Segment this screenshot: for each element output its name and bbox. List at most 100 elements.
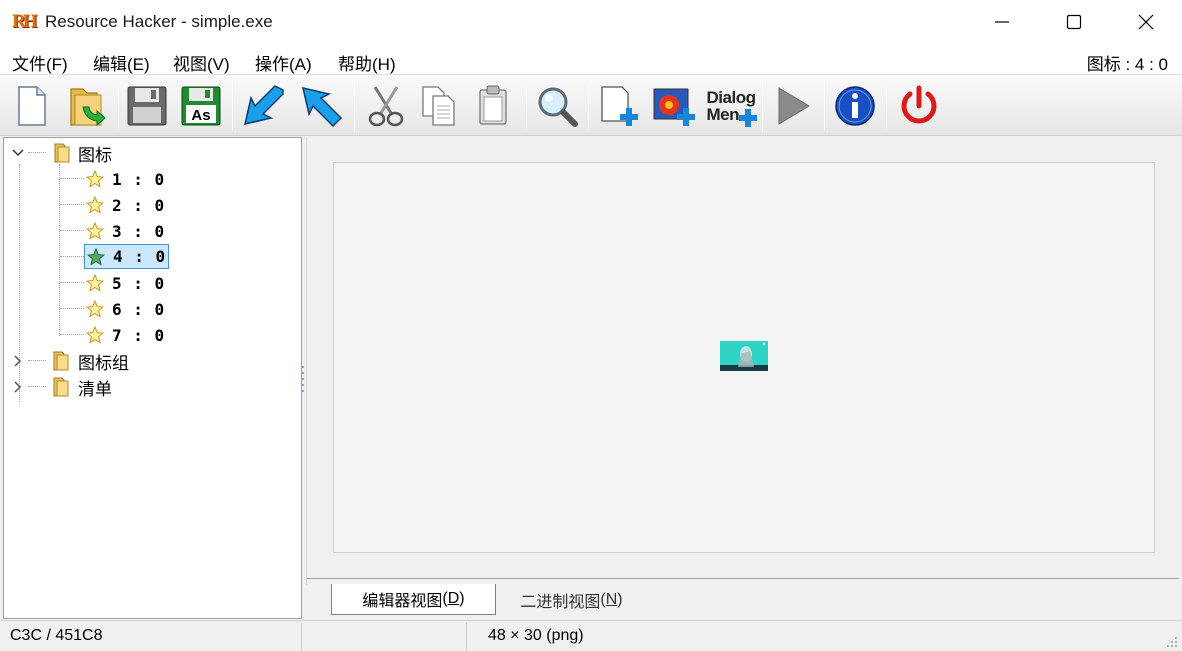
tree-connector bbox=[60, 334, 84, 335]
save-as-text: As bbox=[191, 107, 210, 124]
minimize-icon bbox=[995, 21, 1009, 23]
folder-open-icon bbox=[54, 143, 70, 163]
menu-file[interactable]: 文件(F) bbox=[12, 50, 68, 75]
tab-label: 二进制视图 bbox=[520, 593, 601, 611]
open-file-icon bbox=[70, 88, 106, 127]
forward-button[interactable] bbox=[296, 81, 346, 131]
tree-node-icon[interactable]: 图标 bbox=[10, 141, 112, 165]
tab-accelerator: D bbox=[447, 590, 460, 607]
minimize-button[interactable] bbox=[966, 0, 1038, 44]
save-as-icon: As bbox=[181, 86, 221, 126]
toolbar-separator bbox=[526, 81, 527, 131]
status-image-info: 48 × 30 (png) bbox=[488, 627, 584, 644]
chevron-right-icon[interactable] bbox=[10, 379, 26, 395]
add-blank-resource-icon bbox=[601, 86, 638, 126]
tree-leaf-1-0[interactable]: 1 : 0 bbox=[86, 167, 165, 191]
exit-button[interactable] bbox=[894, 81, 944, 131]
tab-accelerator: N bbox=[605, 590, 618, 608]
plus-icon bbox=[738, 109, 757, 127]
window-title: Resource Hacker - simple.exe bbox=[45, 12, 273, 31]
menu-edit[interactable]: 编辑(E) bbox=[93, 50, 150, 75]
find-button[interactable] bbox=[532, 81, 582, 131]
new-button[interactable] bbox=[6, 81, 56, 131]
menu-action[interactable]: 操作(A) bbox=[255, 50, 312, 75]
toolbar-separator bbox=[762, 81, 763, 131]
back-arrow-icon bbox=[243, 85, 284, 126]
toolbar-separator bbox=[588, 81, 589, 131]
save-as-button[interactable]: As bbox=[176, 81, 226, 131]
tab-editor-view[interactable]: 编辑器视图(D) bbox=[331, 584, 496, 615]
tree-label: 图标 bbox=[78, 145, 112, 165]
star-icon bbox=[86, 196, 104, 214]
copy-icon bbox=[422, 86, 455, 126]
folder-icon bbox=[53, 351, 69, 371]
exit-icon bbox=[901, 85, 937, 124]
run-script-button[interactable] bbox=[768, 81, 818, 131]
toolbar-separator bbox=[232, 81, 233, 131]
menu-bar: 文件(F) 编辑(E) 视图(V) 操作(A) 帮助(H) 图标 : 4 : 0 bbox=[0, 44, 1182, 74]
tree-leaf-label: 4 : 0 bbox=[113, 247, 167, 266]
add-blank-resource-button[interactable] bbox=[594, 81, 644, 131]
tree-leaf-label: 2 : 0 bbox=[112, 195, 166, 215]
status-separator bbox=[301, 623, 302, 650]
open-button[interactable] bbox=[62, 81, 112, 131]
toolbar-separator bbox=[824, 81, 825, 131]
add-image-resource-button[interactable] bbox=[650, 81, 700, 131]
toolbar: As Dialog Men bbox=[0, 74, 1182, 136]
search-icon bbox=[538, 87, 578, 127]
close-button[interactable] bbox=[1110, 0, 1182, 44]
cut-icon bbox=[368, 86, 404, 127]
star-icon bbox=[86, 222, 104, 240]
tree-node-icon-group[interactable]: 图标组 bbox=[10, 349, 129, 373]
tree-node-manifest[interactable]: 清单 bbox=[10, 375, 112, 399]
paste-icon bbox=[479, 85, 507, 125]
tree-connector bbox=[59, 164, 60, 336]
tree-leaf-3-0[interactable]: 3 : 0 bbox=[86, 219, 165, 243]
status-bar: C3C / 451C8 48 × 30 (png) bbox=[0, 620, 1182, 651]
tree-label: 清单 bbox=[78, 379, 112, 399]
close-icon bbox=[1138, 14, 1154, 30]
title-bar: RH Resource Hacker - simple.exe bbox=[0, 0, 1182, 44]
tree-leaf-label: 7 : 0 bbox=[112, 325, 166, 345]
star-icon bbox=[86, 274, 104, 292]
chevron-down-icon[interactable] bbox=[10, 145, 26, 161]
tree-label: 图标组 bbox=[78, 353, 129, 373]
tab-binary-view[interactable]: 二进制视图(N) bbox=[499, 584, 644, 615]
tree-leaf-2-0[interactable]: 2 : 0 bbox=[86, 193, 165, 217]
paste-button[interactable] bbox=[468, 81, 518, 131]
star-icon bbox=[87, 247, 105, 266]
save-button[interactable] bbox=[122, 81, 172, 131]
forward-arrow-icon bbox=[301, 86, 343, 128]
resource-image-preview bbox=[720, 341, 768, 371]
current-resource-label: 图标 : 4 : 0 bbox=[1086, 55, 1168, 74]
menu-view[interactable]: 视图(V) bbox=[173, 50, 230, 75]
resize-grip-icon[interactable] bbox=[1166, 636, 1178, 648]
resource-tree[interactable]: 图标 1 : 0 2 : 0 3 : 0 4 : 0 5 : 0 6 : 0 7… bbox=[3, 137, 302, 619]
dialog-label-line1: Dialog bbox=[706, 88, 756, 107]
back-button[interactable] bbox=[238, 81, 288, 131]
cut-button[interactable] bbox=[360, 81, 410, 131]
tree-leaf-7-0[interactable]: 7 : 0 bbox=[86, 323, 165, 347]
dialog-menu-icon: Dialog Men bbox=[706, 88, 757, 127]
menu-help[interactable]: 帮助(H) bbox=[338, 50, 396, 75]
maximize-icon bbox=[1066, 14, 1082, 30]
new-file-icon bbox=[18, 86, 46, 126]
status-separator bbox=[466, 623, 467, 650]
chevron-right-icon[interactable] bbox=[10, 353, 26, 369]
tree-connector bbox=[60, 308, 84, 309]
maximize-button[interactable] bbox=[1038, 0, 1110, 44]
info-icon bbox=[835, 86, 875, 126]
tree-leaf-5-0[interactable]: 5 : 0 bbox=[86, 271, 165, 295]
star-icon bbox=[86, 300, 104, 318]
tree-leaf-label: 3 : 0 bbox=[112, 221, 166, 241]
save-icon bbox=[127, 86, 167, 126]
about-button[interactable] bbox=[830, 81, 880, 131]
tree-connector bbox=[60, 256, 84, 257]
tree-connector bbox=[60, 282, 84, 283]
divider bbox=[307, 578, 1179, 579]
splitter-handle[interactable] bbox=[301, 364, 305, 396]
tree-leaf-6-0[interactable]: 6 : 0 bbox=[86, 297, 165, 321]
copy-button[interactable] bbox=[414, 81, 464, 131]
add-dialog-menu-button[interactable]: Dialog Men bbox=[704, 81, 758, 131]
tree-leaf-4-0-selected[interactable]: 4 : 0 bbox=[84, 244, 170, 269]
